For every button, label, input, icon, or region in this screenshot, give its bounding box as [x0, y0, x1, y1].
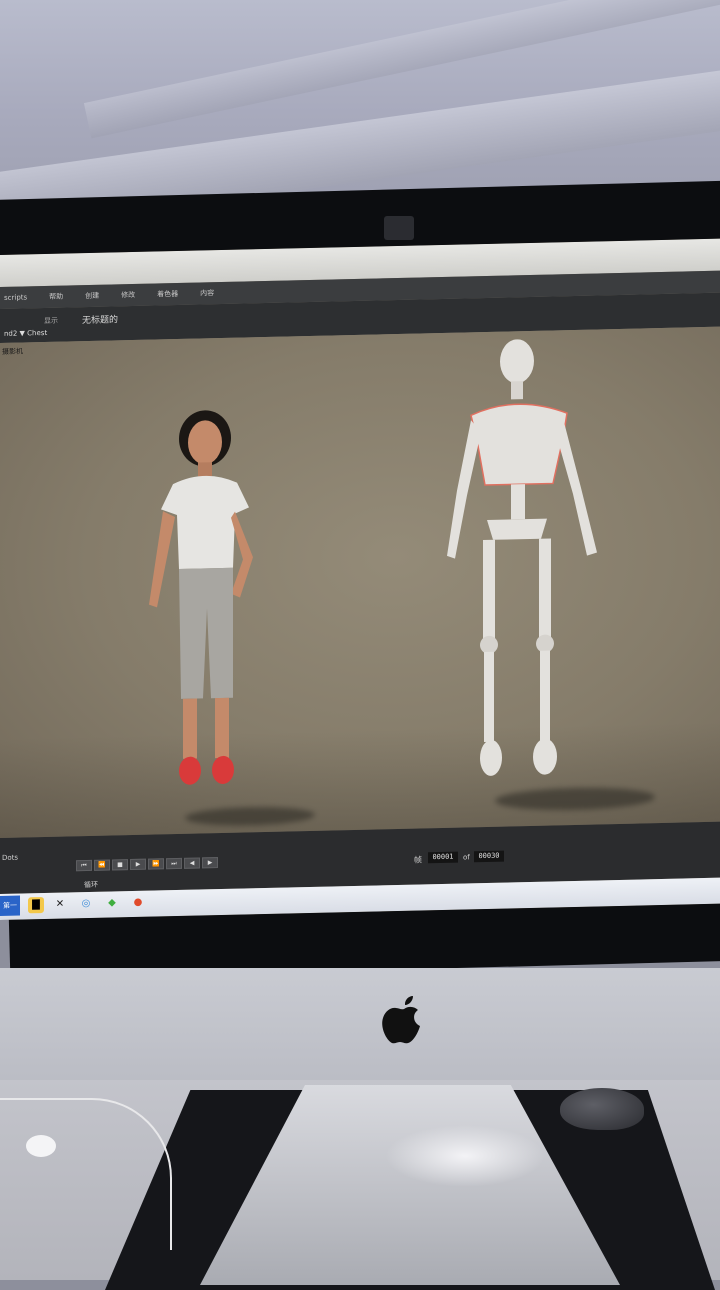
earphone-cable — [0, 1098, 172, 1250]
mannequin-neck — [511, 381, 523, 400]
last-frame-button[interactable]: ⏭ — [166, 857, 182, 870]
menu-item-help[interactable]: 帮助 — [49, 292, 63, 302]
frame-label: 帧 — [414, 855, 422, 865]
apple-logo-icon — [382, 996, 420, 1044]
record-icon[interactable]: ● — [130, 895, 146, 911]
stop-button[interactable]: ■ — [112, 859, 128, 871]
first-frame-button[interactable]: ⏮ — [76, 859, 92, 872]
toolbar-display-label[interactable]: 显示 — [44, 316, 58, 326]
mannequin-left-shin — [484, 651, 494, 743]
mannequin-right-knee — [536, 634, 554, 653]
mannequin-head — [500, 339, 534, 384]
decorative-stone — [560, 1088, 644, 1130]
monitor-screen: scripts 帮助 创建 修改 着色器 内容 显示 无标题的 nd2 ▼ Ch… — [0, 238, 720, 921]
dots-label: Dots — [2, 853, 19, 862]
figure-selector[interactable]: nd2 ▼ Chest — [4, 329, 47, 338]
woman-pants — [179, 567, 233, 699]
camera-label[interactable]: 摄影机 — [2, 346, 23, 356]
prev-key-button[interactable]: ⏪ — [94, 859, 110, 871]
mannequin-right-shin — [540, 650, 550, 741]
start-button[interactable]: 第一页 — [0, 895, 20, 916]
woman-left-arm — [149, 511, 175, 608]
total-frames-field[interactable]: 00030 — [474, 850, 504, 863]
mannequin-right-foot — [533, 738, 557, 775]
webcam — [384, 216, 414, 240]
mannequin-left-arm — [447, 420, 481, 559]
mannequin-pelvis — [487, 518, 547, 540]
menu-item-content[interactable]: 内容 — [200, 288, 214, 298]
3d-viewport[interactable]: 摄影机 — [0, 326, 720, 838]
menu-item-shaders[interactable]: 着色器 — [157, 289, 178, 299]
woman-right-shoe — [212, 755, 234, 784]
woman-left-shoe — [179, 756, 201, 785]
next-key-button[interactable]: ⏩ — [148, 858, 164, 870]
step-forward-button[interactable]: ▶ — [202, 857, 218, 869]
menu-item-create[interactable]: 创建 — [85, 291, 99, 301]
loop-label[interactable]: 循环 — [84, 880, 98, 890]
of-label: of — [463, 853, 470, 862]
current-frame-field[interactable]: 00001 — [428, 851, 458, 864]
stand-reflection — [385, 1125, 545, 1187]
step-back-button[interactable]: ◀ — [184, 857, 200, 869]
monitor-chin — [0, 968, 720, 1093]
browser-icon[interactable]: ◎ — [78, 896, 94, 912]
mannequin-figure[interactable] — [435, 337, 615, 791]
mannequin-left-knee — [480, 635, 498, 654]
menu-item-scripts[interactable]: scripts — [4, 293, 27, 302]
menu-item-modify[interactable]: 修改 — [121, 290, 135, 300]
woman-right-arm — [231, 511, 253, 598]
mannequin-right-arm — [555, 418, 597, 556]
folder-icon[interactable]: ▇ — [28, 897, 44, 914]
woman-neck — [198, 462, 212, 477]
woman-right-leg — [215, 697, 229, 759]
woman-left-leg — [183, 698, 197, 759]
mannequin-right-thigh — [539, 538, 551, 639]
mannequin-left-thigh — [483, 539, 495, 641]
mannequin-left-foot — [480, 739, 502, 776]
transport-controls: ⏮ ⏪ ■ ▶ ⏩ ⏭ ◀ ▶ — [76, 857, 218, 872]
earbud — [26, 1135, 56, 1157]
play-button[interactable]: ▶ — [130, 858, 146, 871]
figure-icon[interactable]: ✕ — [52, 896, 68, 912]
mannequin-spine — [511, 484, 525, 520]
document-title: 无标题的 — [82, 315, 119, 327]
woman-figure[interactable] — [135, 407, 270, 800]
mannequin-chest — [470, 403, 568, 486]
app-icon[interactable]: ◆ — [104, 895, 120, 911]
